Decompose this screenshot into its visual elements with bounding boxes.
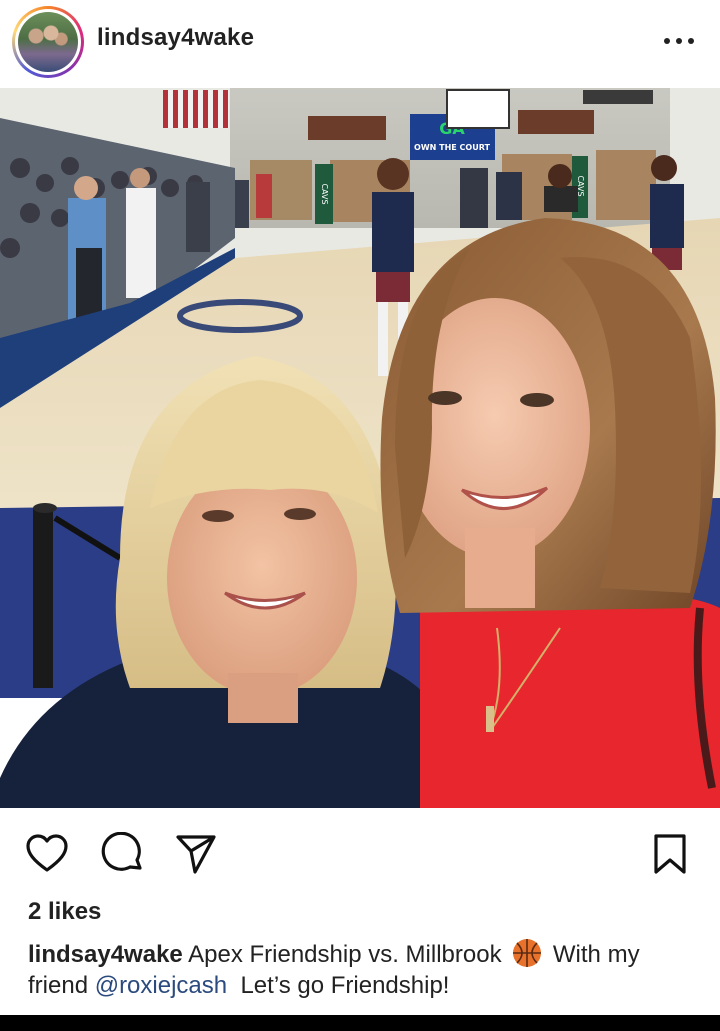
svg-text:CAVS: CAVS: [320, 183, 329, 204]
caption-username[interactable]: lindsay4wake: [28, 941, 183, 968]
bookmark-icon[interactable]: [648, 832, 692, 876]
svg-text:OWN THE COURT: OWN THE COURT: [414, 143, 490, 152]
post-header: lindsay4wake: [0, 0, 720, 88]
post-photo[interactable]: GA OWN THE COURT CAVS CAVS: [0, 88, 720, 808]
caption-mention-link[interactable]: @roxiejcash: [95, 972, 227, 999]
avatar-image: [18, 12, 78, 72]
post-caption: lindsay4wake Apex Friendship vs. Millbro…: [28, 938, 698, 1001]
send-icon[interactable]: [174, 832, 218, 876]
flag: [163, 90, 229, 128]
instagram-post: lindsay4wake OWN THE COURT CAVS CAVS 2 l…: [0, 0, 720, 1031]
comment-icon[interactable]: [101, 832, 145, 876]
more-options-icon[interactable]: [664, 36, 694, 46]
caption-text-3: Let’s go Friendship!: [227, 972, 450, 999]
heart-icon[interactable]: [25, 832, 69, 876]
likes-count[interactable]: 2 likes: [28, 898, 101, 926]
bottom-bar: [0, 1015, 720, 1031]
basketball-emoji-icon: [513, 939, 542, 967]
avatar[interactable]: [12, 6, 84, 78]
action-bar: [0, 820, 720, 886]
post-username[interactable]: lindsay4wake: [97, 24, 254, 52]
caption-text: Apex Friendship vs. Millbrook: [182, 941, 509, 968]
